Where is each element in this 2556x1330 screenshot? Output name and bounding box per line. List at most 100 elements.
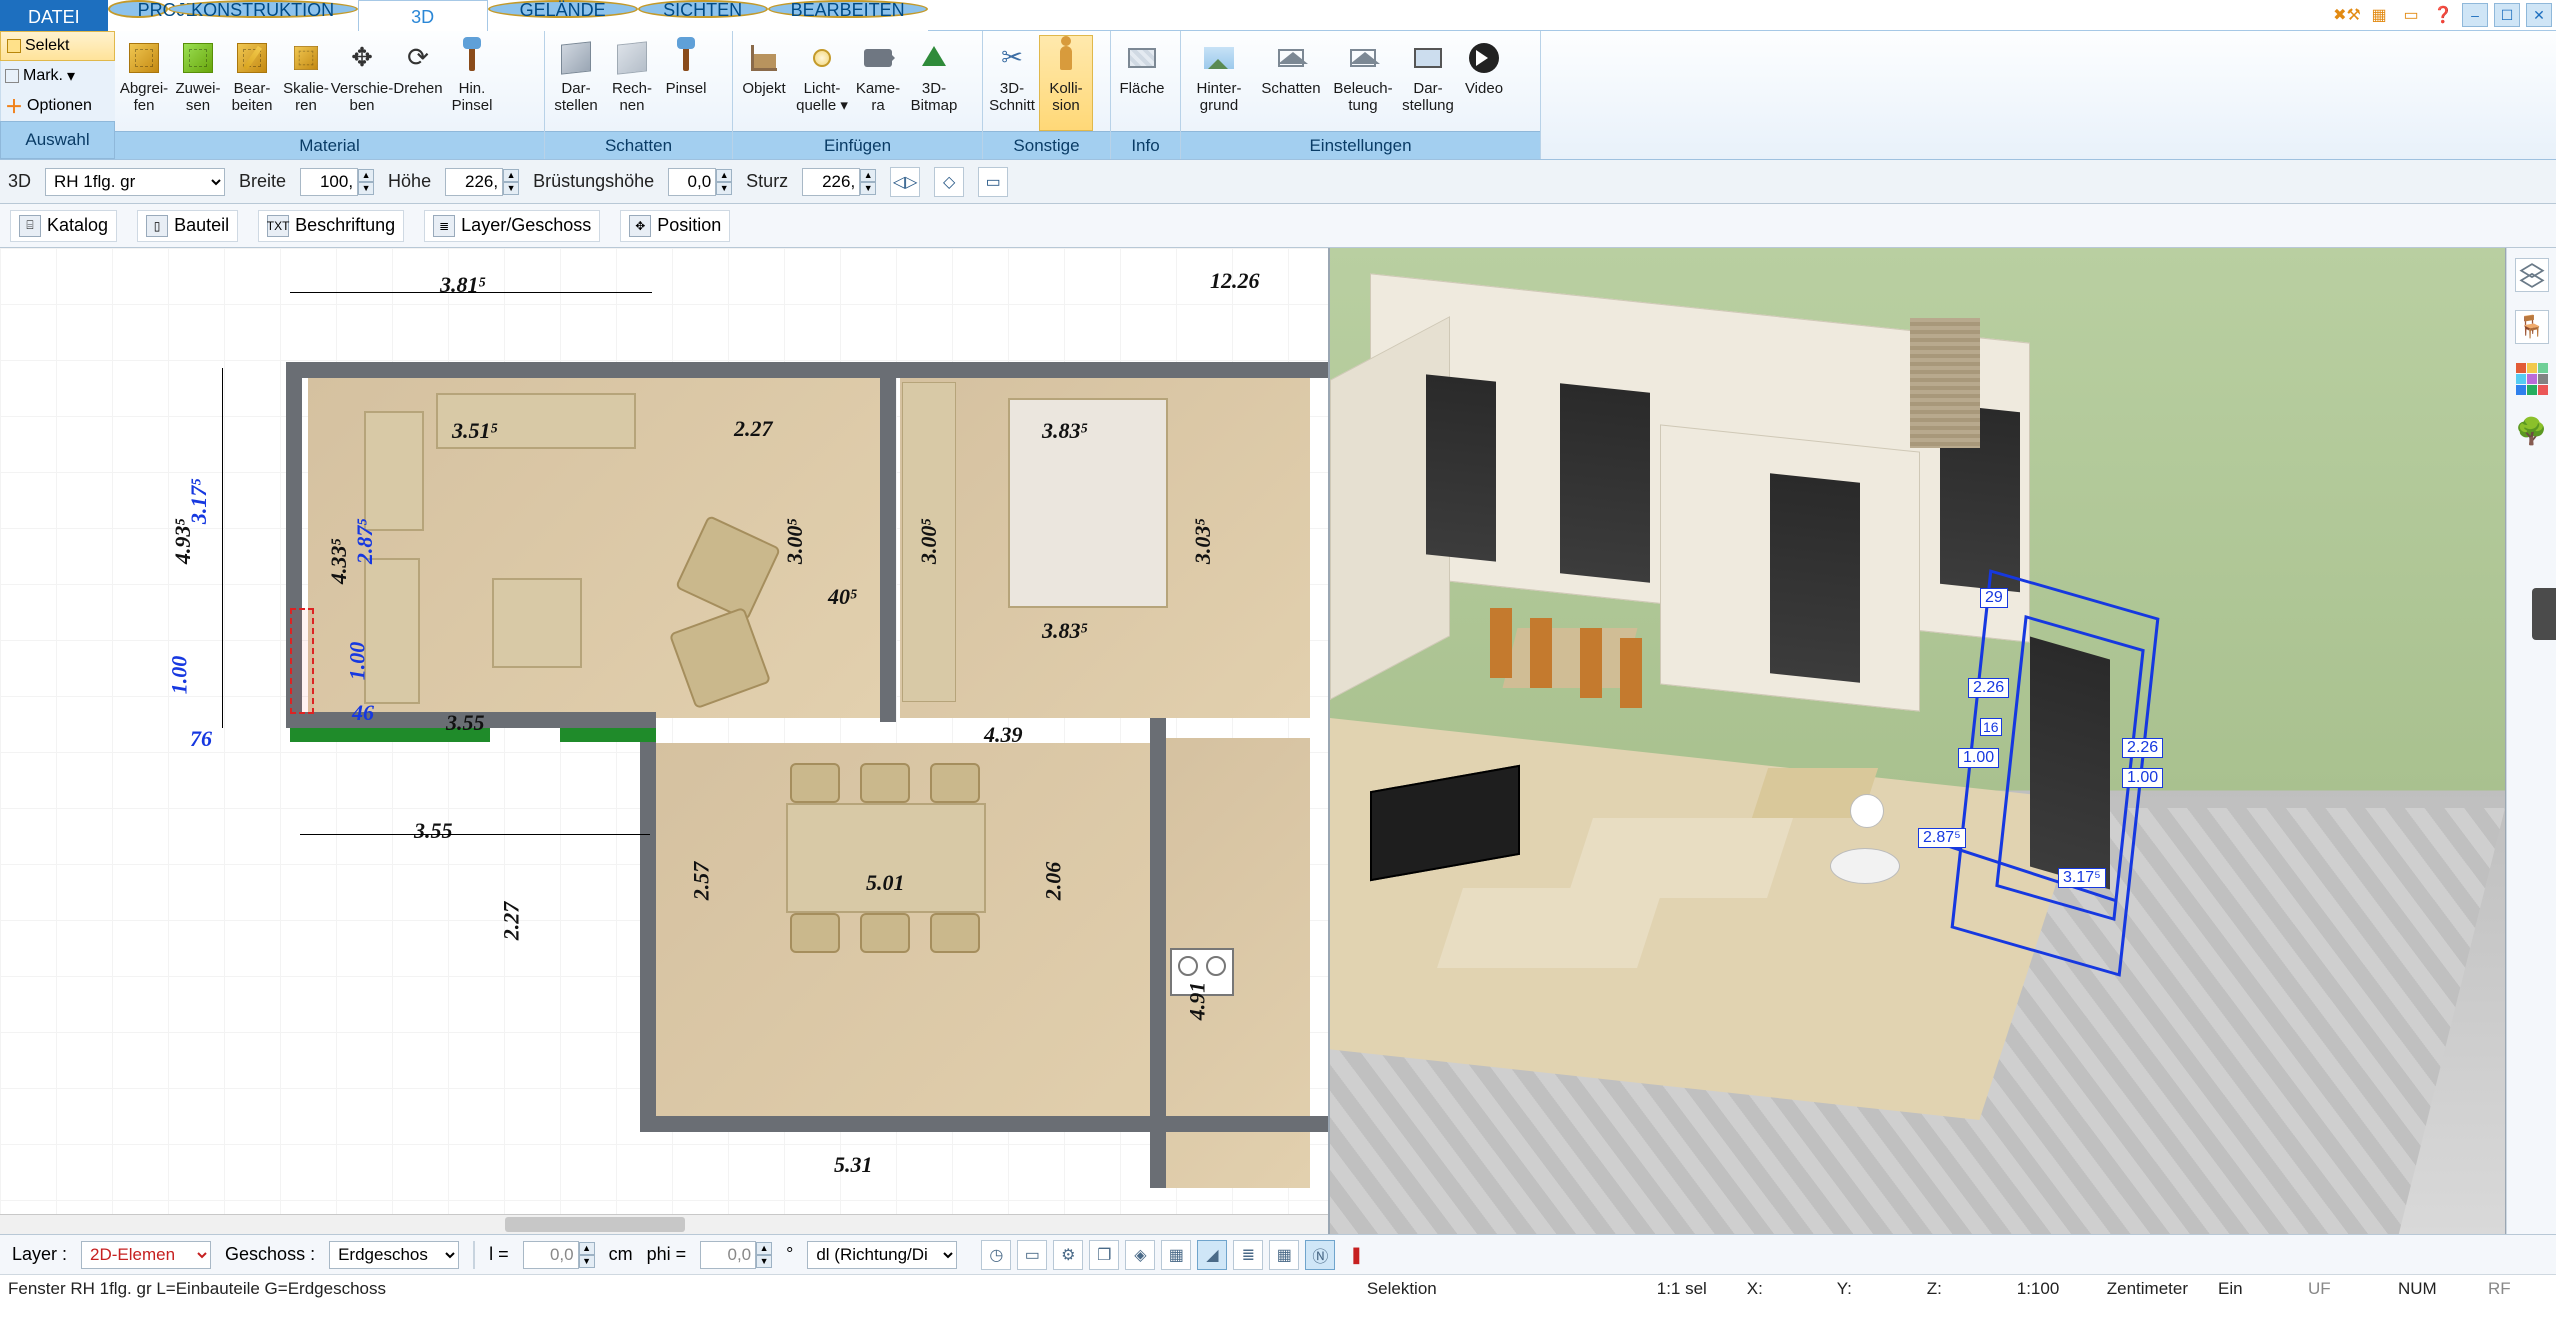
hoehe-up[interactable]: ▲ [503,169,519,182]
side-color-palette[interactable] [2515,362,2549,396]
length-input[interactable] [523,1241,579,1269]
btn-schatten-settings[interactable]: Schatten [1255,35,1327,131]
view2d-scrollbar[interactable] [0,1214,1328,1234]
tab-datei[interactable]: DATEI [0,0,108,31]
btn-hin-pinsel[interactable]: Hin. Pinsel [445,35,499,131]
tab-sichten[interactable]: SICHTEN [638,0,768,18]
window-maximize[interactable]: ☐ [2494,3,2520,27]
breite-down[interactable]: ▼ [358,182,374,195]
tab-gelaende[interactable]: GELÄNDE [488,0,638,18]
status-num: NUM [2398,1279,2458,1299]
btn-zuweisen[interactable]: Zuwei- sen [171,35,225,131]
btn-lichtquelle[interactable]: Licht- quelle ▾ [793,35,851,131]
sturz-down[interactable]: ▼ [860,182,876,195]
btn-verschieben[interactable]: ✥Verschie- ben [333,35,391,131]
btn-3d-bitmap[interactable]: 3D- Bitmap [905,35,963,131]
breite-input[interactable] [300,168,358,196]
layer-geschoss-button[interactable]: ≣Layer/Geschoss [424,210,600,242]
opt-hatch-icon[interactable]: ▦ [1161,1240,1191,1270]
mark-dropdown[interactable]: Mark. ▾ [0,61,115,91]
btn-skalieren[interactable]: Skalie- ren [279,35,333,131]
title-tool-icon[interactable]: ✖⚒ [2334,3,2360,27]
dim-206: 2.06 [1040,862,1066,901]
side-layers-icon[interactable] [2515,258,2549,292]
opt-layers2-icon[interactable]: ≣ [1233,1240,1263,1270]
katalog-button[interactable]: ⌸Katalog [10,210,117,242]
opt-grid-icon[interactable]: ▦ [1269,1240,1299,1270]
cm-label: cm [609,1244,633,1265]
btn-flaeche[interactable]: Fläche [1113,35,1171,131]
view-2d[interactable]: 3.81⁵ 12.26 3.51⁵ 2.27 3.83⁵ 3.83⁵ 3.00⁵… [0,248,1330,1234]
btn-darstellen[interactable]: Dar- stellen [547,35,605,131]
sturz-up[interactable]: ▲ [860,169,876,182]
options-button[interactable]: ＋Optionen [0,91,115,121]
hoehe-down[interactable]: ▼ [503,182,519,195]
view-3d[interactable]: 2.26 1.00 2.87⁵ 3.17⁵ 2.26 1.00 29 16 [1330,248,2506,1234]
phi-input[interactable] [700,1241,756,1269]
side-panel-handle[interactable] [2532,588,2556,640]
title-box-icon[interactable]: ▦ [2366,3,2392,27]
dl-select[interactable]: dl (Richtung/Di [807,1241,957,1269]
dim-46: 46 [352,700,374,726]
opt-stack-icon[interactable]: ❐ [1089,1240,1119,1270]
geschoss-select[interactable]: Erdgeschos [329,1241,459,1269]
element-type-select[interactable]: RH 1flg. gr [45,168,225,196]
btn-objekt[interactable]: Objekt [735,35,793,131]
tab-bearbeiten[interactable]: BEARBEITEN [768,0,928,18]
btn-bearbeiten[interactable]: Bear- beiten [225,35,279,131]
opt-north-icon[interactable]: Ⓝ [1305,1240,1335,1270]
btn-rechnen[interactable]: Rech- nen [605,35,659,131]
dim-531: 5.31 [834,1152,873,1178]
btn-video[interactable]: Video [1457,35,1511,131]
side-tree-icon[interactable]: 🌳 [2515,414,2549,448]
btn-drehen[interactable]: ⟳Drehen [391,35,445,131]
title-screen-icon[interactable]: ▭ [2398,3,2424,27]
side-chair-icon[interactable]: 🪑 [2515,310,2549,344]
window-close[interactable]: ✕ [2526,3,2552,27]
bh-down[interactable]: ▼ [716,182,732,195]
lbl3d-29: 29 [1980,588,2008,608]
btn-pinsel[interactable]: Pinsel [659,35,713,131]
group-material-label: Material [115,131,544,159]
breite-up[interactable]: ▲ [358,169,374,182]
select-mode-button[interactable]: Selekt [0,31,115,61]
title-help-icon[interactable]: ❓ [2430,3,2456,27]
tab-3d[interactable]: 3D [358,0,488,31]
btn-hintergrund[interactable]: Hinter- grund [1183,35,1255,131]
opt-marker-icon[interactable]: ❚ [1341,1240,1371,1270]
lbl3d-317: 3.17⁵ [2058,868,2106,888]
layer-select[interactable]: 2D-Elemen [81,1241,211,1269]
dim-100b: 1.00 [166,656,192,695]
opt-gear-icon[interactable]: ⚙ [1053,1240,1083,1270]
opt-diamond-icon[interactable]: ◈ [1125,1240,1155,1270]
btn-3d-schnitt[interactable]: ✂3D- Schnitt [985,35,1039,131]
hoehe-input[interactable] [445,168,503,196]
btn-beleuchtung[interactable]: Beleuch- tung [1327,35,1399,131]
tab-projekt[interactable]: PROJEKT [108,0,168,18]
layer-label: Layer : [12,1244,67,1265]
tab-konstruktion[interactable]: KONSTRUKTION [168,0,358,18]
bauteil-button[interactable]: ▯Bauteil [137,210,238,242]
bh-input[interactable] [668,168,716,196]
hoehe-label: Höhe [388,171,431,192]
geschoss-label: Geschoss : [225,1244,315,1265]
view2d-scroll-thumb[interactable] [505,1217,685,1232]
opt-screen-icon[interactable]: ▭ [1017,1240,1047,1270]
btn-darstellung[interactable]: Dar- stellung [1399,35,1457,131]
beschriftung-button[interactable]: TXTBeschriftung [258,210,404,242]
btn-kamera[interactable]: Kame- ra [851,35,905,131]
position-button[interactable]: ✥Position [620,210,730,242]
dim-439: 4.39 [984,722,1023,748]
group-auswahl-label: Auswahl [0,121,115,159]
window-minimize[interactable]: – [2462,3,2488,27]
opt-shade-icon[interactable]: ◢ [1197,1240,1227,1270]
opt-clock-icon[interactable]: ◷ [981,1240,1011,1270]
btn-kollision[interactable]: Kolli- sion [1039,35,1093,131]
bh-up[interactable]: ▲ [716,169,732,182]
flip-h-icon[interactable]: ◁▷ [890,167,920,197]
sturz-input[interactable] [802,168,860,196]
btn-abgreifen[interactable]: Abgrei- fen [117,35,171,131]
mirror-icon[interactable]: ◇ [934,167,964,197]
screen-icon[interactable]: ▭ [978,167,1008,197]
dim-491: 4.91 [1184,982,1210,1021]
